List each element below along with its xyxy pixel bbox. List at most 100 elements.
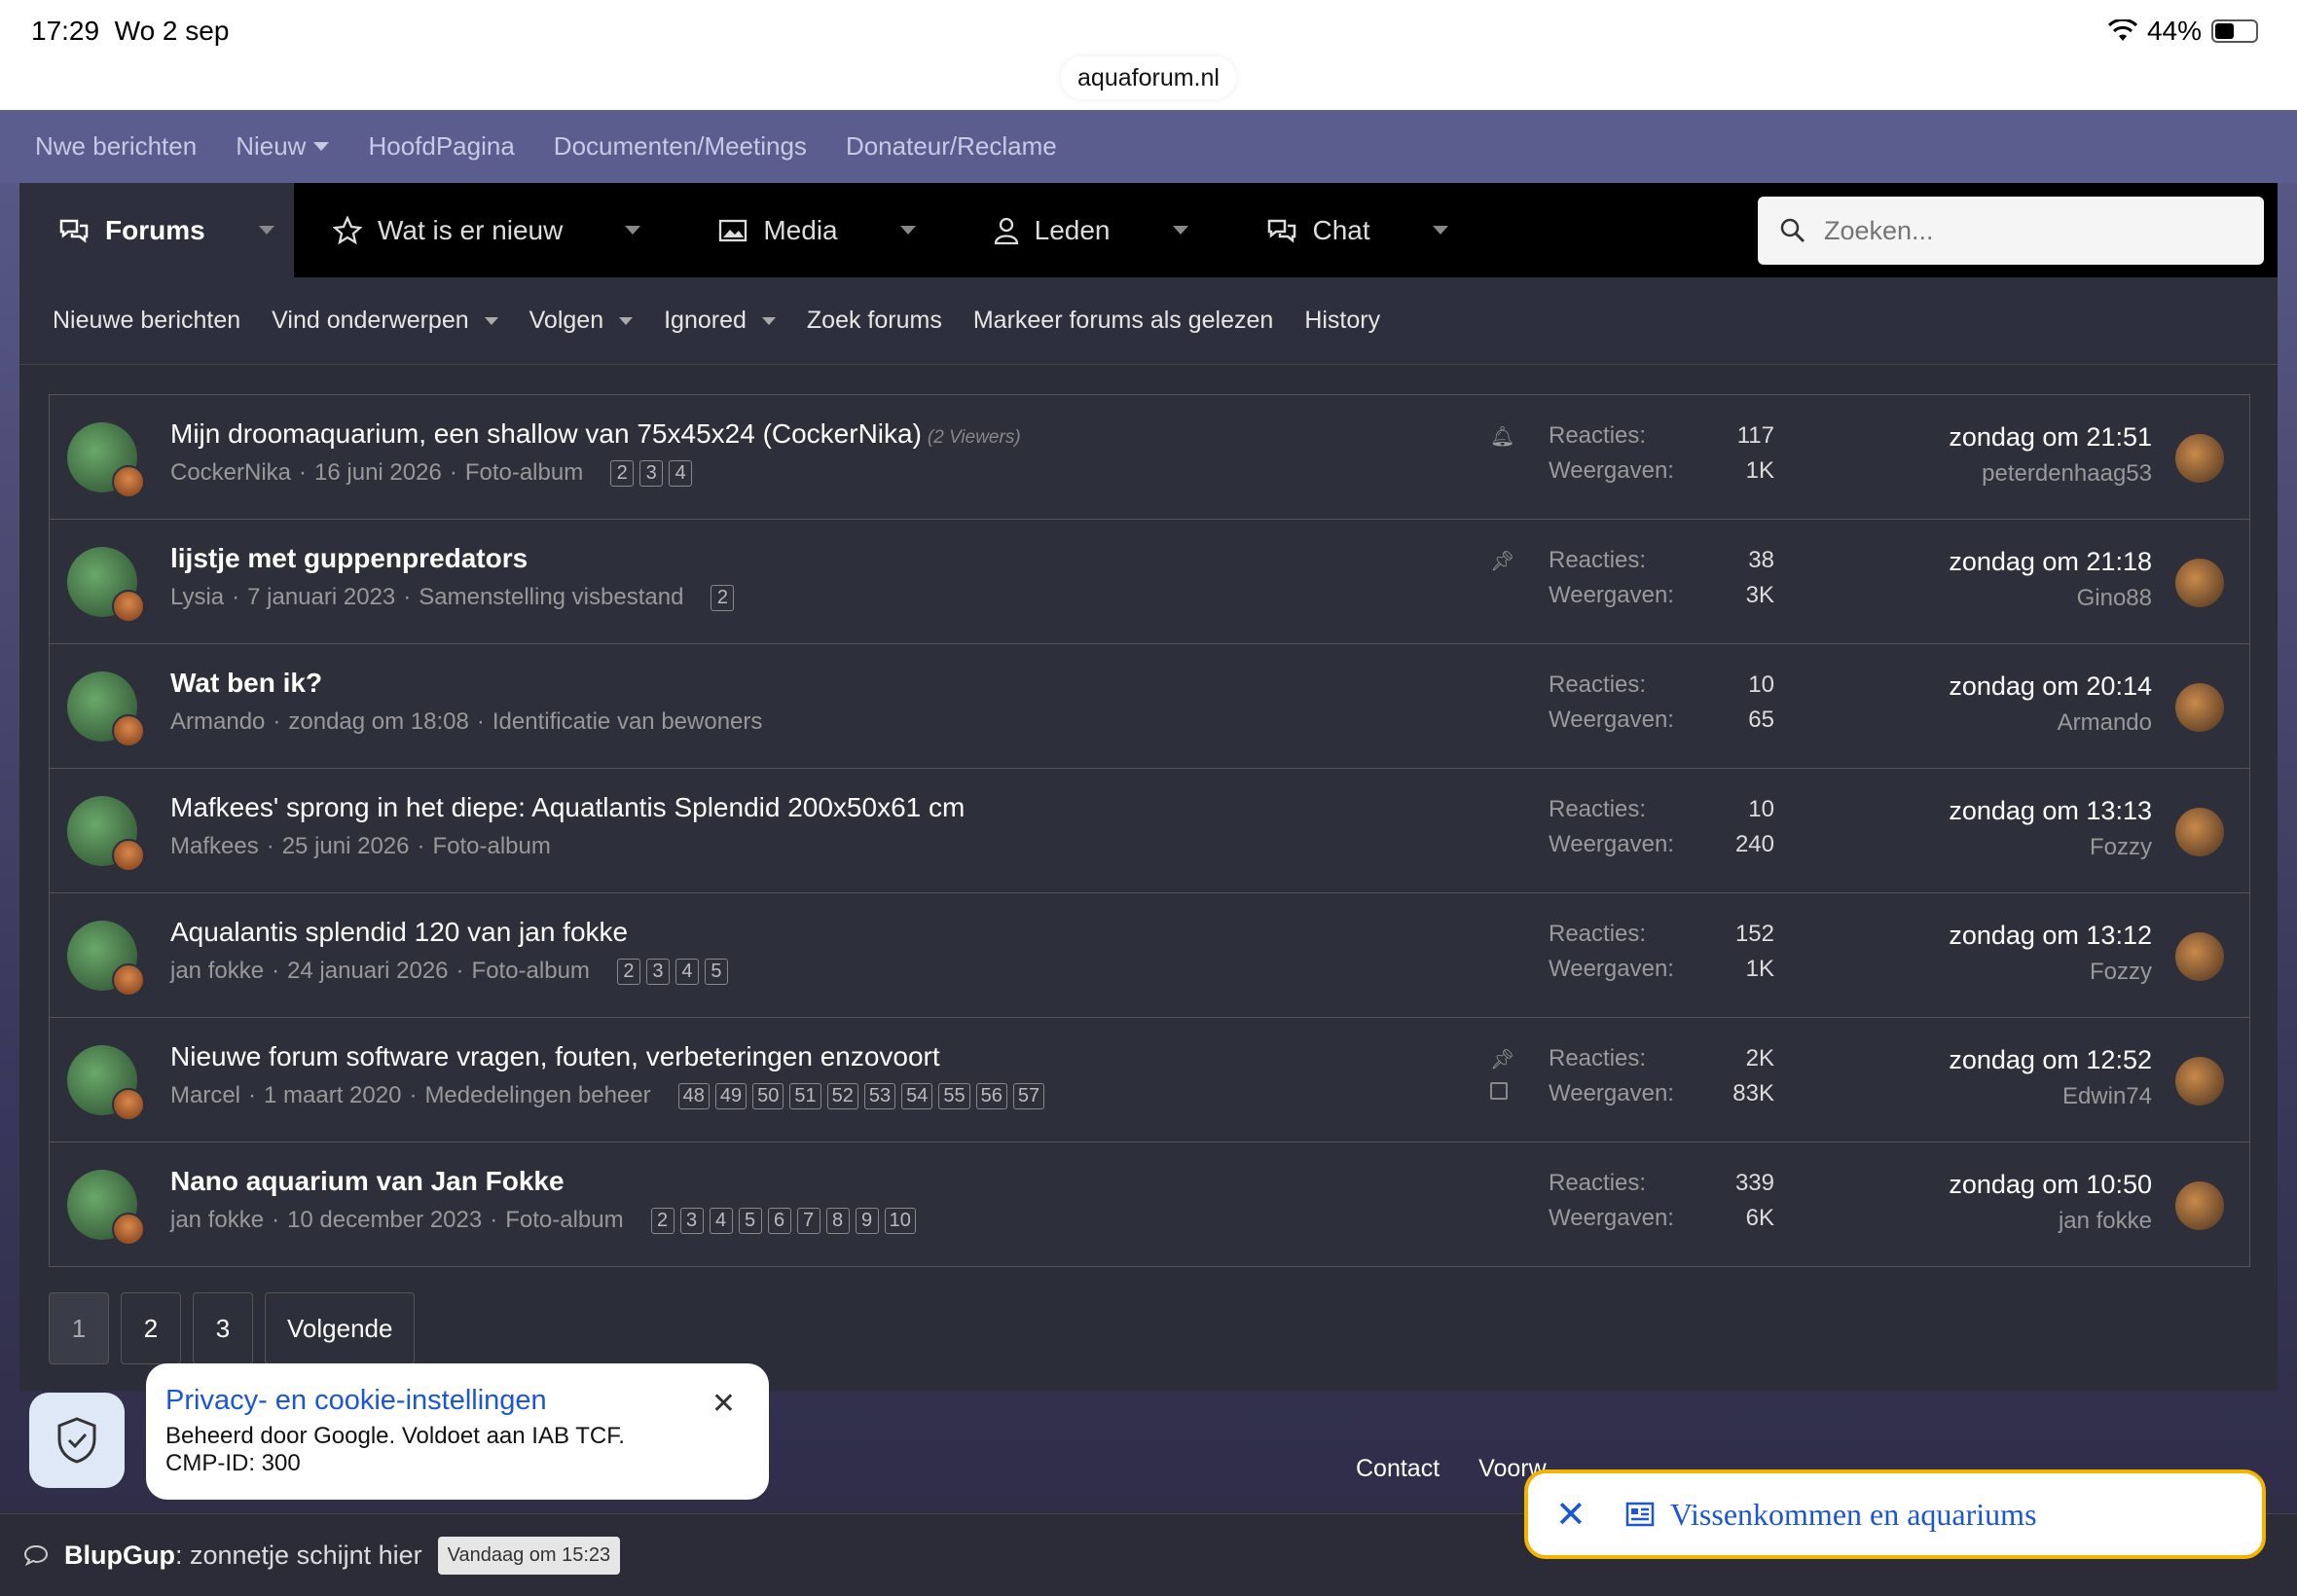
select-checkbox[interactable] [1490,1082,1508,1100]
url-bar[interactable]: aquaforum.nl [1061,56,1236,99]
thread-title-text[interactable]: lijstje met guppenpredators [170,543,528,573]
thread-author[interactable]: CockerNika [170,459,291,487]
thread-author[interactable]: jan fokke [170,958,264,985]
next-page-button[interactable]: Volgende [265,1292,416,1364]
tab-media[interactable]: Media [679,183,954,277]
topnav-nieuw[interactable]: Nieuw [236,131,330,162]
thread-date[interactable]: 16 juni 2026 [314,459,442,487]
page-jump-link[interactable]: 49 [714,1082,747,1109]
avatar[interactable] [67,796,145,872]
footer-contact-link[interactable]: Contact [1356,1455,1440,1483]
avatar[interactable] [2175,559,2224,607]
avatar[interactable] [67,1170,145,1246]
chat-user[interactable]: BlupGup [64,1541,175,1570]
chevron-down-icon[interactable] [625,226,641,235]
page-jump-link[interactable]: 51 [789,1082,821,1109]
avatar[interactable] [67,671,145,747]
google-search-pill[interactable]: ✕ Vissenkommen en aquariums [1524,1469,2266,1559]
page-jump-link[interactable]: 48 [677,1082,710,1109]
thread-title[interactable]: Nieuwe forum software vragen, fouten, ve… [170,1041,940,1072]
avatar[interactable] [2175,932,2224,981]
avatar[interactable] [112,590,145,623]
search-input[interactable] [1824,215,2233,246]
avatar[interactable] [2175,808,2224,856]
thread-forum[interactable]: Foto-album [505,1207,623,1234]
thread-title-text[interactable]: Aqualantis splendid 120 van jan fokke [170,917,628,947]
page-jump-link[interactable]: 7 [796,1207,820,1234]
thread-row[interactable]: Mafkees' sprong in het diepe: Aquatlanti… [50,768,2249,892]
thread-date[interactable]: 24 januari 2026 [287,958,448,985]
page-jump-link[interactable]: 2 [610,459,635,487]
thread-row[interactable]: lijstje met guppenpredators Lysia · 7 jan… [50,519,2249,643]
avatar[interactable] [67,1045,145,1121]
page-jump-link[interactable]: 6 [767,1207,791,1234]
page-jump-link[interactable]: 53 [863,1082,896,1109]
thread-row[interactable]: Mijn droomaquarium, een shallow van 75x4… [50,394,2249,519]
thread-row[interactable]: Nieuwe forum software vragen, fouten, ve… [50,1017,2249,1142]
subnav-zoek-forums[interactable]: Zoek forums [807,307,942,335]
subnav-nieuwe-berichten[interactable]: Nieuwe berichten [53,307,240,335]
page-jump-link[interactable]: 3 [679,1207,704,1234]
last-post-user[interactable]: Gino88 [1949,585,2152,612]
page-jump-link[interactable]: 2 [650,1207,675,1234]
tab-forums[interactable]: Forums [19,183,294,277]
page-2-button[interactable]: 2 [121,1292,181,1364]
thread-author[interactable]: Marcel [170,1082,240,1109]
page-3-button[interactable]: 3 [193,1292,253,1364]
thread-forum[interactable]: Mededelingen beheer [424,1082,650,1109]
last-post-user[interactable]: Fozzy [1949,959,2152,986]
last-post-user[interactable]: peterdenhaag53 [1949,460,2152,488]
chevron-down-icon[interactable] [259,226,274,235]
chevron-down-icon[interactable] [1172,226,1188,235]
avatar[interactable] [112,465,145,498]
thread-title-text[interactable]: Nieuwe forum software vragen, fouten, ve… [170,1041,940,1071]
tab-leden[interactable]: Leden [955,183,1227,277]
last-post-user[interactable]: jan fokke [1949,1208,2152,1235]
search-box[interactable] [1758,197,2264,265]
page-jump-link[interactable]: 50 [752,1082,784,1109]
avatar[interactable] [112,963,145,997]
page-jump-link[interactable]: 4 [669,459,693,487]
page-jump-link[interactable]: 2 [711,584,735,611]
topnav-documenten[interactable]: Documenten/Meetings [554,131,807,162]
avatar[interactable] [2175,683,2224,732]
last-post-user[interactable]: Armando [1949,709,2152,737]
avatar[interactable] [112,839,145,872]
pill-label-wrap[interactable]: Vissenkommen en aquariums [1625,1497,2037,1533]
avatar[interactable] [2175,434,2224,483]
thread-title[interactable]: Mafkees' sprong in het diepe: Aquatlanti… [170,792,965,823]
subnav-markeer-gelezen[interactable]: Markeer forums als gelezen [973,307,1273,335]
last-post-date[interactable]: zondag om 13:12 [1949,921,2152,951]
tab-chat[interactable]: Chat [1227,183,1487,277]
topnav-nwe-berichten[interactable]: Nwe berichten [35,131,197,162]
thread-title[interactable]: Aqualantis splendid 120 van jan fokke [170,917,628,948]
chevron-down-icon[interactable] [1432,226,1448,235]
thread-row[interactable]: Nano aquarium van Jan Fokke jan fokke · 1… [50,1142,2249,1266]
thread-author[interactable]: jan fokke [170,1207,264,1234]
thread-forum[interactable]: Identificatie van bewoners [492,708,763,736]
subnav-volgen[interactable]: Volgen [529,307,634,335]
thread-date[interactable]: 25 juni 2026 [282,833,410,860]
avatar[interactable] [2175,1181,2224,1230]
last-post-date[interactable]: zondag om 21:51 [1949,422,2152,453]
page-jump-link[interactable]: 57 [1012,1082,1045,1109]
thread-title-text[interactable]: Mijn droomaquarium, een shallow van 75x4… [170,418,922,449]
last-post-user[interactable]: Edwin74 [1949,1083,2152,1110]
thread-title[interactable]: Wat ben ik? [170,668,322,699]
page-jump-link[interactable]: 54 [901,1082,933,1109]
avatar[interactable] [112,1088,145,1121]
subnav-ignored[interactable]: Ignored [664,307,776,335]
page-jump-link[interactable]: 10 [884,1207,916,1234]
page-jump-link[interactable]: 3 [639,459,664,487]
avatar[interactable] [67,422,145,498]
cookie-panel[interactable]: Privacy- en cookie-instellingen Beheerd … [146,1363,769,1500]
thread-title-text[interactable]: Nano aquarium van Jan Fokke [170,1166,565,1196]
last-post-date[interactable]: zondag om 13:13 [1949,796,2152,826]
cookie-title[interactable]: Privacy- en cookie-instellingen [165,1385,749,1417]
chevron-down-icon[interactable] [899,226,916,235]
page-jump-link[interactable]: 56 [975,1082,1007,1109]
subnav-history[interactable]: History [1304,307,1380,335]
page-jump-link[interactable]: 3 [645,958,670,985]
thread-date[interactable]: 1 maart 2020 [264,1082,401,1109]
page-jump-link[interactable]: 4 [709,1207,733,1234]
